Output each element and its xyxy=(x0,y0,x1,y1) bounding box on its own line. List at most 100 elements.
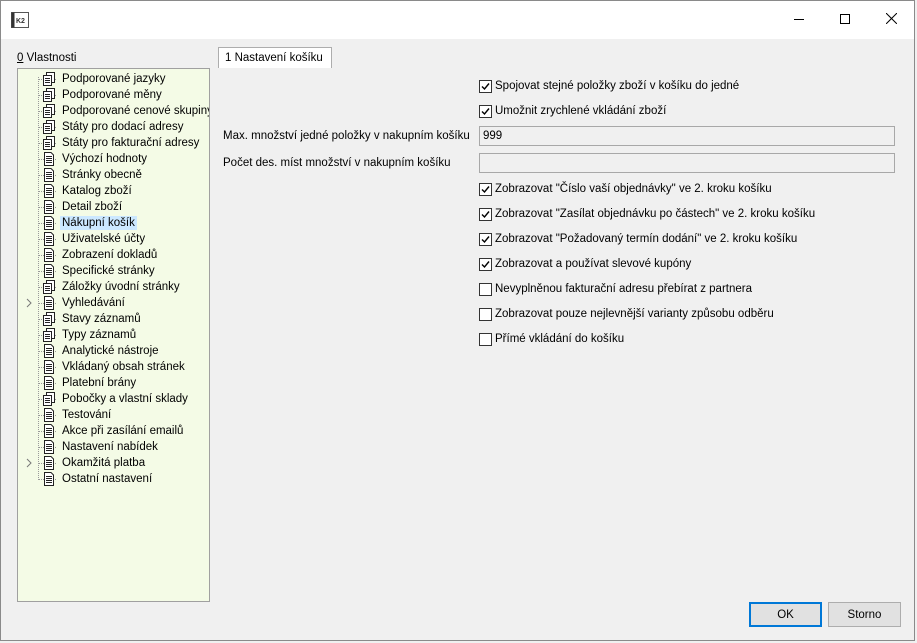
checkmark-icon xyxy=(481,83,490,91)
tree-item[interactable]: Státy pro dodací adresy xyxy=(18,119,209,135)
maximize-icon xyxy=(840,13,850,27)
tree-item[interactable]: Pobočky a vlastní sklady xyxy=(18,391,209,407)
close-button[interactable] xyxy=(868,1,914,39)
ok-button[interactable]: OK xyxy=(749,602,822,627)
tree-item-label: Ostatní nastavení xyxy=(62,473,153,485)
tree-item[interactable]: Ostatní nastavení xyxy=(18,471,209,487)
tree-item[interactable]: Typy záznamů xyxy=(18,327,209,343)
tree-item[interactable]: Uživatelské účty xyxy=(18,231,209,247)
tree-item-label: Státy pro fakturační adresy xyxy=(62,137,200,149)
tree-item-label: Akce při zasílání emailů xyxy=(62,425,184,437)
tree-item-label: Analytické nástroje xyxy=(62,345,159,357)
tree-item[interactable]: Záložky úvodní stránky xyxy=(18,279,209,295)
document-icon xyxy=(43,296,55,310)
tree-item-label: Státy pro dodací adresy xyxy=(62,121,184,133)
tab-cart-settings[interactable]: 1 Nastavení košíku xyxy=(218,47,332,68)
order-number-label: Zobrazovat "Číslo vaší objednávky" ve 2.… xyxy=(495,183,772,195)
tree-item[interactable]: Katalog zboží xyxy=(18,183,209,199)
tree-item-label: Záložky úvodní stránky xyxy=(62,281,180,293)
tree-item-label: Zobrazení dokladů xyxy=(62,249,158,261)
tree-item[interactable]: Podporované jazyky xyxy=(18,71,209,87)
tree-item[interactable]: Stavy záznamů xyxy=(18,311,209,327)
invoice-address-checkbox[interactable] xyxy=(479,283,492,296)
quick-insert-label: Umožnit zrychlené vkládání zboží xyxy=(495,105,667,117)
tree-item-label: Testování xyxy=(62,409,112,421)
k2-logo-icon: K2 xyxy=(11,12,29,28)
tree-item[interactable]: Specifické stránky xyxy=(18,263,209,279)
tree-item[interactable]: Testování xyxy=(18,407,209,423)
chevron-right-icon[interactable] xyxy=(24,458,34,468)
tree-item[interactable]: Detail zboží xyxy=(18,199,209,215)
document-icon xyxy=(43,264,55,278)
document-icon xyxy=(43,376,55,390)
document-icon xyxy=(43,184,55,198)
document-icon xyxy=(43,168,55,182)
chevron-right-icon[interactable] xyxy=(24,298,34,308)
tree-item[interactable]: Státy pro fakturační adresy xyxy=(18,135,209,151)
tree-item-label: Uživatelské účty xyxy=(62,233,146,245)
properties-panel-label: 0 Vlastnosti xyxy=(17,52,76,64)
delivery-date-checkbox[interactable] xyxy=(479,233,492,246)
tree-item-label: Podporované jazyky xyxy=(62,73,166,85)
pages-icon xyxy=(43,392,55,406)
tree-item-label: Nákupní košík xyxy=(60,216,137,230)
tree-item-label: Okamžitá platba xyxy=(62,457,146,469)
coupons-checkbox[interactable] xyxy=(479,258,492,271)
document-icon xyxy=(43,472,55,486)
properties-label-text: Vlastnosti xyxy=(23,52,77,64)
tree-item-label: Vyhledávání xyxy=(62,297,125,309)
document-icon xyxy=(43,424,55,438)
svg-text:K2: K2 xyxy=(16,18,25,25)
decimal-places-label: Počet des. míst množství v nakupním koší… xyxy=(223,157,451,169)
direct-insert-checkbox[interactable] xyxy=(479,333,492,346)
tree-item-label: Podporované měny xyxy=(62,89,162,101)
tree-item[interactable]: Vyhledávání xyxy=(18,295,209,311)
tree-item-label: Katalog zboží xyxy=(62,185,132,197)
invoice-address-label: Nevyplněnou fakturační adresu přebírat z… xyxy=(495,283,752,295)
tree-item[interactable]: Platební brány xyxy=(18,375,209,391)
document-icon xyxy=(43,344,55,358)
delivery-date-label: Zobrazovat "Požadovaný termín dodání" ve… xyxy=(495,233,798,245)
cheapest-variant-label: Zobrazovat pouze nejlevnější varianty zp… xyxy=(495,308,774,320)
tree-item[interactable]: Výchozí hodnoty xyxy=(18,151,209,167)
cancel-button[interactable]: Storno xyxy=(828,602,901,627)
quick-insert-checkbox[interactable] xyxy=(479,105,492,118)
max-quantity-label: Max. množství jedné položky v nakupním k… xyxy=(223,130,470,142)
checkmark-icon xyxy=(481,108,490,116)
tree-item[interactable]: Stránky obecně xyxy=(18,167,209,183)
tree-item-label: Stránky obecně xyxy=(62,169,142,181)
tree-item[interactable]: Analytické nástroje xyxy=(18,343,209,359)
tree-item[interactable]: Podporované cenové skupiny xyxy=(18,103,209,119)
document-icon xyxy=(43,216,55,230)
tree-item[interactable]: Nastavení nabídek xyxy=(18,439,209,455)
decimal-places-input[interactable] xyxy=(479,153,895,173)
order-number-checkbox[interactable] xyxy=(479,183,492,196)
cheapest-variant-checkbox[interactable] xyxy=(479,308,492,321)
merge-items-checkbox[interactable] xyxy=(479,80,492,93)
max-quantity-input[interactable]: 999 xyxy=(479,126,895,146)
tree-item[interactable]: Zobrazení dokladů xyxy=(18,247,209,263)
tree-item-label: Detail zboží xyxy=(62,201,123,213)
minimize-icon xyxy=(794,14,804,27)
document-icon xyxy=(43,200,55,214)
close-icon xyxy=(885,12,897,27)
tree-item-label: Stavy záznamů xyxy=(62,313,141,325)
tree-item[interactable]: Nákupní košík xyxy=(18,215,209,231)
maximize-button[interactable] xyxy=(822,1,868,39)
tree-item[interactable]: Akce při zasílání emailů xyxy=(18,423,209,439)
tree-item-label: Platební brány xyxy=(62,377,137,389)
checkmark-icon xyxy=(481,236,490,244)
coupons-label: Zobrazovat a používat slevové kupóny xyxy=(495,258,692,270)
minimize-button[interactable] xyxy=(776,1,822,39)
title-bar[interactable]: K2 xyxy=(1,1,914,39)
tree-item[interactable]: Podporované měny xyxy=(18,87,209,103)
properties-dialog: K2 0 Vlastnosti Podporované jazyky Podpor… xyxy=(0,0,915,641)
properties-tree[interactable]: Podporované jazyky Podporované měny Podpor… xyxy=(17,68,210,602)
tree-item[interactable]: Okamžitá platba xyxy=(18,455,209,471)
checkmark-icon xyxy=(481,186,490,194)
tree-item-label: Vkládaný obsah stránek xyxy=(62,361,185,373)
checkmark-icon xyxy=(481,261,490,269)
tree-item[interactable]: Vkládaný obsah stránek xyxy=(18,359,209,375)
document-icon xyxy=(43,408,55,422)
partial-delivery-checkbox[interactable] xyxy=(479,208,492,221)
